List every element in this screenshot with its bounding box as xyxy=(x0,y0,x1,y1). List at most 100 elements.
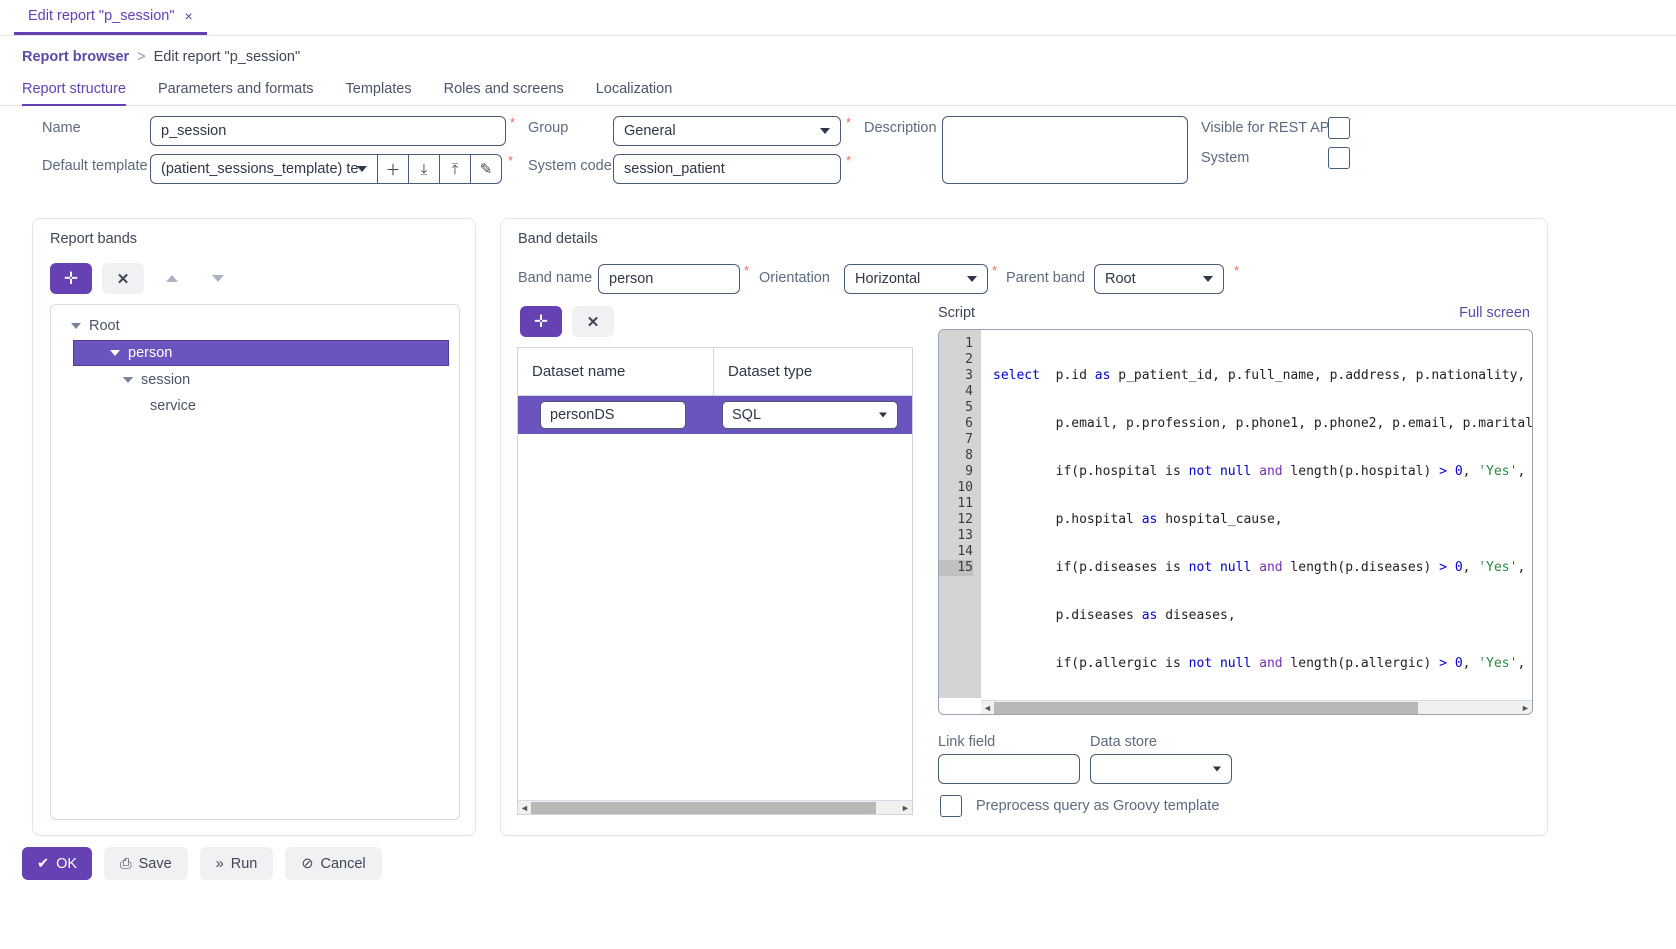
scrollbar-thumb[interactable] xyxy=(531,801,876,814)
remove-band-button[interactable]: ✕ xyxy=(102,263,144,294)
report-bands-panel: Report bands ✛ ✕ Root person session ser… xyxy=(32,218,476,836)
parent-band-select[interactable]: Root xyxy=(1094,264,1224,294)
code-line: p.email, p.profession, p.phone1, p.phone… xyxy=(993,416,1532,431)
save-icon: ⎙ xyxy=(120,855,132,872)
check-icon: ✔ xyxy=(36,855,50,872)
download-template-button[interactable]: ⤓ xyxy=(409,154,440,184)
tab-label: Edit report "p_session" xyxy=(28,8,175,24)
name-label: Name xyxy=(42,120,81,136)
default-template-required-mark: * xyxy=(508,153,514,168)
save-button[interactable]: ⎙ Save xyxy=(104,847,188,880)
data-store-select[interactable] xyxy=(1090,754,1232,784)
group-select[interactable]: General xyxy=(613,116,841,146)
dataset-table-hscrollbar[interactable]: ◄ ► xyxy=(518,800,912,814)
tree-item-label: service xyxy=(150,398,196,414)
groovy-template-label: Preprocess query as Groovy template xyxy=(976,798,1220,814)
parent-band-label: Parent band xyxy=(1006,270,1086,286)
parent-band-value: Root xyxy=(1105,271,1136,287)
scroll-right-icon[interactable]: ► xyxy=(1519,703,1532,713)
cancel-icon: ⊘ xyxy=(301,855,314,872)
breadcrumb: Report browser > Edit report "p_session" xyxy=(0,36,1676,76)
chevron-down-icon xyxy=(967,276,977,282)
ok-button[interactable]: ✔ OK xyxy=(22,847,92,880)
orientation-label: Orientation xyxy=(759,270,830,286)
dataset-table: Dataset name Dataset type SQL ◄ ► xyxy=(517,347,913,815)
breadcrumb-report-browser[interactable]: Report browser xyxy=(22,49,129,65)
system-code-input[interactable] xyxy=(613,154,841,184)
upload-template-button[interactable]: ⤒ xyxy=(440,154,471,184)
tab-parameters-and-formats[interactable]: Parameters and formats xyxy=(158,81,330,105)
report-bands-tree: Root person session service xyxy=(50,304,460,820)
script-code-area[interactable]: 1 2 3 4 5 6 7 8 9 10 11 12 13 14 15 sele… xyxy=(939,330,1532,698)
tab-localization[interactable]: Localization xyxy=(596,81,689,105)
tab-report-structure[interactable]: Report structure xyxy=(22,81,142,106)
tab-strip: Edit report "p_session" × xyxy=(0,0,1676,36)
footer-actions: ✔ OK ⎙ Save » Run ⊘ Cancel xyxy=(22,847,382,880)
visible-rest-api-checkbox[interactable] xyxy=(1328,117,1350,139)
data-store-label: Data store xyxy=(1090,734,1157,750)
default-template-select[interactable]: (patient_sessions_template) te xyxy=(150,154,378,184)
edit-template-button[interactable]: ✎ xyxy=(471,154,502,184)
breadcrumb-separator: > xyxy=(137,49,146,65)
groovy-template-checkbox[interactable] xyxy=(940,795,962,817)
tree-item-service[interactable]: service xyxy=(51,393,459,419)
column-header-dataset-type: Dataset type xyxy=(728,363,813,380)
default-template-control: (patient_sessions_template) te ＋ ⤓ ⤒ ✎ xyxy=(150,154,502,184)
chevron-down-icon xyxy=(820,128,830,134)
tab-templates[interactable]: Templates xyxy=(346,81,428,105)
default-template-label: Default template xyxy=(42,158,148,174)
visible-rest-api-label: Visible for REST API xyxy=(1201,120,1334,136)
band-details-title: Band details xyxy=(518,231,598,247)
dataset-type-value: SQL xyxy=(732,407,762,423)
code-line: if(p.allergic is not null and length(p.a… xyxy=(993,656,1532,671)
band-name-required-mark: * xyxy=(744,263,750,278)
cancel-button-label: Cancel xyxy=(320,855,366,872)
description-textarea[interactable] xyxy=(942,116,1188,184)
down-arrow-icon xyxy=(212,275,224,282)
script-code-text[interactable]: select p.id as p_patient_id, p.full_name… xyxy=(981,330,1532,698)
table-row[interactable]: SQL xyxy=(518,396,912,434)
tree-item-root[interactable]: Root xyxy=(51,313,459,339)
close-icon[interactable]: × xyxy=(185,8,193,24)
move-band-down-button[interactable] xyxy=(200,263,236,294)
scroll-left-icon[interactable]: ◄ xyxy=(981,703,994,713)
link-field-input[interactable] xyxy=(938,754,1080,784)
system-checkbox[interactable] xyxy=(1328,147,1350,169)
name-input[interactable] xyxy=(150,116,506,146)
orientation-select[interactable]: Horizontal xyxy=(844,264,988,294)
scroll-left-icon[interactable]: ◄ xyxy=(518,803,531,813)
tab-edit-report[interactable]: Edit report "p_session" × xyxy=(14,0,207,35)
code-line: if(p.diseases is not null and length(p.d… xyxy=(993,560,1532,575)
code-line: p.diseases as diseases, xyxy=(993,608,1236,623)
up-arrow-icon xyxy=(166,275,178,282)
move-band-up-button[interactable] xyxy=(154,263,190,294)
cancel-button[interactable]: ⊘ Cancel xyxy=(285,847,382,880)
script-editor[interactable]: 1 2 3 4 5 6 7 8 9 10 11 12 13 14 15 sele… xyxy=(938,329,1533,715)
tree-item-person[interactable]: person xyxy=(73,340,449,366)
tree-item-session[interactable]: session xyxy=(51,367,459,393)
chevron-down-icon xyxy=(1213,766,1221,772)
add-dataset-button[interactable]: ✛ xyxy=(520,306,562,337)
group-required-mark: * xyxy=(846,115,852,130)
breadcrumb-current: Edit report "p_session" xyxy=(153,49,301,65)
script-hscrollbar[interactable]: ◄ ► xyxy=(981,700,1532,714)
tab-roles-and-screens[interactable]: Roles and screens xyxy=(444,81,580,105)
script-label: Script xyxy=(938,305,976,321)
band-name-label: Band name xyxy=(518,270,593,286)
dataset-type-select[interactable]: SQL xyxy=(722,401,898,429)
dataset-name-input[interactable] xyxy=(540,401,686,429)
add-template-button[interactable]: ＋ xyxy=(378,154,409,184)
scroll-right-icon[interactable]: ► xyxy=(899,803,912,813)
sub-tab-bar: Report structure Parameters and formats … xyxy=(0,76,1676,106)
scrollbar-thumb[interactable] xyxy=(994,701,1418,714)
remove-dataset-button[interactable]: ✕ xyxy=(572,306,614,337)
line-number: 1 xyxy=(965,336,973,351)
add-band-button[interactable]: ✛ xyxy=(50,263,92,294)
code-line: p.hospital as hospital_cause, xyxy=(993,512,1283,527)
full-screen-link[interactable]: Full screen xyxy=(1459,305,1530,321)
run-button[interactable]: » Run xyxy=(199,847,274,880)
band-name-input[interactable] xyxy=(598,264,740,294)
orientation-value: Horizontal xyxy=(855,271,921,287)
tree-item-label: session xyxy=(141,372,191,388)
line-number: 8 xyxy=(965,448,973,463)
